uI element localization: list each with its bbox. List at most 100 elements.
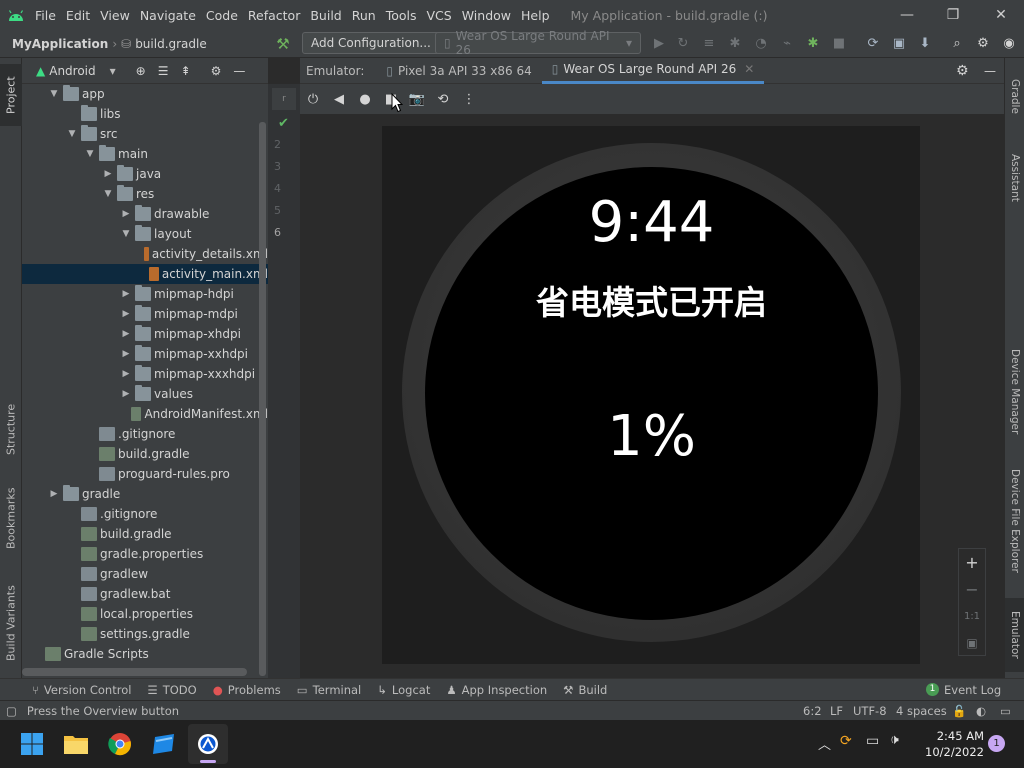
tree-item[interactable]: local.properties: [22, 604, 268, 624]
restore-button[interactable]: ❐: [930, 0, 976, 30]
update-sync-icon[interactable]: ⟳: [840, 733, 852, 749]
sdk-manager-icon[interactable]: ⬇: [914, 33, 936, 55]
collapse-all-icon[interactable]: ⇞: [181, 64, 191, 78]
tree-item[interactable]: gradlew: [22, 564, 268, 584]
tree-item[interactable]: .gitignore: [22, 424, 268, 444]
tree-item[interactable]: ▼ app: [22, 84, 268, 104]
stop-icon[interactable]: ■: [828, 33, 850, 55]
version-control-tool[interactable]: ⑂ Version Control: [24, 683, 139, 697]
zoom-fit-icon[interactable]: ▣: [959, 630, 985, 657]
tree-item[interactable]: activity_details.xml: [22, 244, 268, 264]
expanded-chevron-icon[interactable]: ▼: [120, 229, 132, 239]
breadcrumb-file[interactable]: ⛁ build.gradle: [121, 37, 207, 51]
hide-panel-icon[interactable]: —: [233, 64, 245, 78]
menu-refactor[interactable]: Refactor: [243, 8, 305, 23]
collapsed-chevron-icon[interactable]: ▶: [120, 349, 132, 359]
collapsed-chevron-icon[interactable]: ▶: [102, 169, 114, 179]
minimize-button[interactable]: —: [884, 0, 930, 30]
tree-item[interactable]: AndroidManifest.xml: [22, 404, 268, 424]
close-window-button[interactable]: ✕: [978, 0, 1024, 30]
tree-item[interactable]: ▶ mipmap-xxhdpi: [22, 344, 268, 364]
tree-item[interactable]: gradlew.bat: [22, 584, 268, 604]
android-studio-taskbar-icon[interactable]: [188, 724, 228, 764]
menu-build[interactable]: Build: [305, 8, 346, 23]
close-tab-icon[interactable]: ✕: [744, 62, 754, 76]
tab-wear-os[interactable]: ▯ Wear OS Large Round API 26 ✕: [541, 58, 765, 84]
account-icon[interactable]: ◉: [998, 33, 1020, 55]
inspections-icon[interactable]: ◐: [976, 704, 986, 718]
collapsed-chevron-icon[interactable]: ▶: [120, 289, 132, 299]
memory-indicator-icon[interactable]: ▭: [1000, 704, 1011, 718]
line-separator[interactable]: LF: [830, 704, 843, 718]
home-icon[interactable]: ●: [352, 86, 378, 112]
tree-item[interactable]: ▶ gradle: [22, 484, 268, 504]
tree-item[interactable]: .gitignore: [22, 504, 268, 524]
terminal-tool[interactable]: ▭ Terminal: [289, 683, 369, 697]
todo-tool[interactable]: ☰ TODO: [139, 683, 204, 697]
apply-changes-icon[interactable]: ↻: [672, 33, 694, 55]
network-icon[interactable]: ▭: [866, 733, 879, 749]
remote-desktop-icon[interactable]: [144, 724, 184, 764]
show-hidden-icons-chevron-icon[interactable]: ︿: [818, 734, 831, 753]
menu-tools[interactable]: Tools: [381, 8, 422, 23]
more-options-icon[interactable]: ⋮: [456, 86, 482, 112]
tree-item[interactable]: activity_main.xml: [22, 264, 268, 284]
clock-area[interactable]: 2:45 AM 10/2/2022: [914, 728, 984, 760]
zoom-out-icon[interactable]: −: [959, 576, 985, 603]
menu-navigate[interactable]: Navigate: [135, 8, 201, 23]
project-tool-tab[interactable]: Project: [0, 64, 22, 126]
emulator-settings-gear-icon[interactable]: ⚙: [956, 63, 969, 79]
tree-item[interactable]: ▶ mipmap-mdpi: [22, 304, 268, 324]
indent-setting[interactable]: 4 spaces: [896, 704, 947, 718]
tree-item[interactable]: build.gradle: [22, 524, 268, 544]
tree-item[interactable]: settings.gradle: [22, 624, 268, 644]
attach-process-icon[interactable]: ✱: [802, 33, 824, 55]
problems-tool[interactable]: ● Problems: [205, 683, 289, 697]
add-configuration-button[interactable]: Add Configuration...: [302, 32, 440, 54]
tree-item[interactable]: ▶ mipmap-hdpi: [22, 284, 268, 304]
toggle-tool-windows-icon[interactable]: ▢: [6, 704, 17, 718]
collapsed-chevron-icon[interactable]: ▶: [120, 369, 132, 379]
back-icon[interactable]: ◀: [326, 86, 352, 112]
collapsed-chevron-icon[interactable]: ▶: [120, 389, 132, 399]
profile-icon[interactable]: ◔: [750, 33, 772, 55]
debug-icon[interactable]: ✱: [724, 33, 746, 55]
view-selector-chevron-icon[interactable]: ▾: [110, 64, 116, 78]
attach-debugger-icon[interactable]: ⌁: [776, 33, 798, 55]
menu-edit[interactable]: Edit: [61, 8, 95, 23]
cursor-position[interactable]: 6:2: [803, 704, 822, 718]
tree-item[interactable]: libs: [22, 104, 268, 124]
collapsed-chevron-icon[interactable]: ▶: [48, 489, 60, 499]
tree-item[interactable]: ▶ values: [22, 384, 268, 404]
tree-item[interactable]: ▼ main: [22, 144, 268, 164]
gradle-tool-tab[interactable]: Gradle: [1005, 66, 1024, 126]
breadcrumb-project[interactable]: MyApplication: [12, 37, 108, 51]
project-view-selector[interactable]: Android: [49, 64, 95, 78]
tree-item[interactable]: ▼ res: [22, 184, 268, 204]
menu-window[interactable]: Window: [457, 8, 516, 23]
bookmarks-tool-tab[interactable]: Bookmarks: [0, 478, 22, 558]
device-selector[interactable]: ▯ Wear OS Large Round API 26 ▾: [435, 29, 641, 57]
hide-emulator-icon[interactable]: —: [984, 64, 996, 78]
tree-item[interactable]: ▶ mipmap-xhdpi: [22, 324, 268, 344]
panel-options-gear-icon[interactable]: ⚙: [211, 64, 222, 78]
file-explorer-icon[interactable]: [56, 724, 96, 764]
read-only-lock-icon[interactable]: 🔓: [952, 704, 966, 718]
app-inspection-tool[interactable]: ♟ App Inspection: [438, 683, 555, 697]
search-icon[interactable]: ⌕: [946, 33, 968, 55]
tree-item[interactable]: gradle.properties: [22, 544, 268, 564]
expanded-chevron-icon[interactable]: ▼: [84, 149, 96, 159]
tab-pixel-3a[interactable]: ▯ Pixel 3a API 33 x86 64: [376, 58, 541, 84]
emulator-tool-tab[interactable]: Emulator: [1005, 598, 1024, 672]
structure-tool-tab[interactable]: Structure: [0, 394, 22, 464]
event-log-tool[interactable]: 1 Event Log: [918, 683, 1009, 697]
expanded-chevron-icon[interactable]: ▼: [102, 189, 114, 199]
expanded-chevron-icon[interactable]: ▼: [66, 129, 78, 139]
windows-start-icon[interactable]: [12, 724, 52, 764]
tree-item[interactable]: Gradle Scripts: [22, 644, 268, 664]
collapsed-chevron-icon[interactable]: ▶: [120, 329, 132, 339]
zoom-in-icon[interactable]: +: [959, 549, 985, 576]
volume-icon[interactable]: 🕩: [890, 732, 899, 748]
apply-code-changes-icon[interactable]: ≡: [698, 33, 720, 55]
build-tool[interactable]: ⚒ Build: [555, 683, 615, 697]
